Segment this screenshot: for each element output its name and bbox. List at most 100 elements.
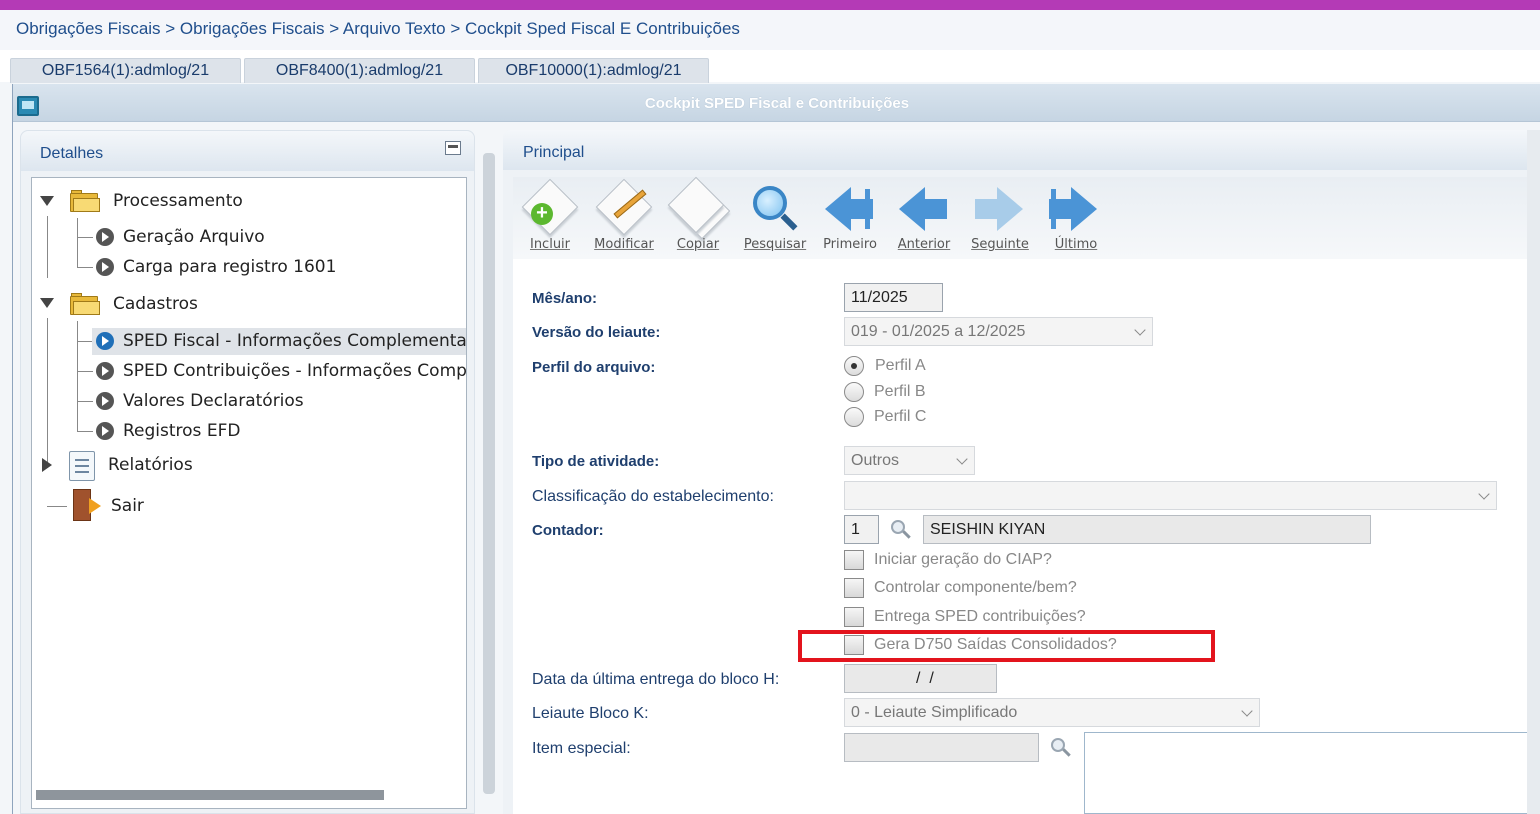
tab-obf10000[interactable]: OBF10000(1):admlog/21 xyxy=(478,58,709,83)
seguinte-label: Seguinte xyxy=(971,237,1029,252)
copiar-button[interactable]: Copiar xyxy=(663,176,733,259)
entrega-sped-checkbox[interactable] xyxy=(844,607,864,627)
versao-leiaute-label: Versão do leiaute: xyxy=(532,324,661,341)
tree-node-geracao-arquivo[interactable]: Geração Arquivo xyxy=(123,227,265,247)
tab-obf8400[interactable]: OBF8400(1):admlog/21 xyxy=(244,58,475,83)
details-panel-title: Detalhes xyxy=(40,145,104,162)
data-bloco-h-input[interactable]: / / xyxy=(844,664,997,693)
modificar-button[interactable]: Modificar xyxy=(589,177,659,259)
componente-checkbox[interactable] xyxy=(844,578,864,598)
navigation-tree: Processamento Geração Arquivo Carga para… xyxy=(31,177,467,809)
ciap-label: Iniciar geração do CIAP? xyxy=(874,551,1052,568)
caret-down-icon[interactable] xyxy=(40,298,54,308)
details-panel: Detalhes Processamento Geração Arquivo C… xyxy=(20,130,475,814)
folder-open-icon xyxy=(70,293,100,315)
perfil-a-label: Perfil A xyxy=(875,357,926,374)
window-titlebar: Cockpit SPED Fiscal e Contribuições xyxy=(13,84,1540,122)
contador-name-field: SEISHIN KIYAN xyxy=(923,515,1371,544)
tipo-atividade-label: Tipo de atividade: xyxy=(532,453,660,470)
caret-down-icon[interactable] xyxy=(40,196,54,206)
last-bar xyxy=(1051,189,1056,229)
tree-line xyxy=(77,267,93,268)
contador-search-icon[interactable] xyxy=(891,520,911,540)
versao-leiaute-select[interactable]: 019 - 01/2025 a 12/2025 xyxy=(844,317,1153,346)
item-especial-description[interactable] xyxy=(1084,732,1540,814)
incluir-label: Incluir xyxy=(529,237,571,252)
perfil-b-radio[interactable] xyxy=(844,382,864,402)
perfil-c-label: Perfil C xyxy=(874,408,927,425)
perfil-b-label: Perfil B xyxy=(874,383,926,400)
search-handle xyxy=(780,213,798,231)
previous-arrow-icon xyxy=(899,187,925,231)
arrow-right-icon xyxy=(96,332,114,350)
first-arrow-icon xyxy=(825,187,851,231)
perfil-arquivo-label: Perfil do arquivo: xyxy=(532,359,656,376)
classificacao-label: Classificação do estabelecimento: xyxy=(532,488,774,505)
leiaute-bloco-k-select[interactable]: 0 - Leiaute Simplificado xyxy=(844,698,1260,727)
tree-line xyxy=(77,371,93,372)
tipo-atividade-value: Outros xyxy=(851,452,900,469)
perfil-c-radio[interactable] xyxy=(844,407,864,427)
add-icon: + xyxy=(531,203,553,225)
item-especial-label: Item especial: xyxy=(532,740,631,757)
folder-open-icon xyxy=(70,190,100,212)
chevron-down-icon xyxy=(1478,488,1490,500)
anterior-button[interactable]: Anterior xyxy=(889,177,959,259)
tree-node-carga-1601[interactable]: Carga para registro 1601 xyxy=(123,257,336,277)
leiaute-bloco-k-label: Leiaute Bloco K: xyxy=(532,705,649,722)
tree-node-processamento[interactable]: Processamento xyxy=(113,191,243,211)
pesquisar-button[interactable]: Pesquisar xyxy=(740,177,810,259)
tree-line xyxy=(77,431,93,432)
tree-node-valores-declaratorios[interactable]: Valores Declaratórios xyxy=(123,391,304,411)
highlight-box xyxy=(798,630,1215,662)
window-title: Cockpit SPED Fiscal e Contribuições xyxy=(644,95,910,112)
tree-node-sped-fiscal[interactable]: SPED Fiscal - Informações Complementares xyxy=(123,331,466,351)
mes-ano-input[interactable]: 11/2025 xyxy=(844,283,943,312)
tree-node-relatorios[interactable]: Relatórios xyxy=(108,455,193,475)
item-especial-search-icon[interactable] xyxy=(1051,738,1071,758)
previous-arrow-body xyxy=(923,199,947,219)
panel-splitter[interactable] xyxy=(483,153,495,794)
last-arrow-icon xyxy=(1071,187,1097,231)
primeiro-button[interactable]: Primeiro xyxy=(815,177,885,259)
breadcrumb[interactable]: Obrigações Fiscais > Obrigações Fiscais … xyxy=(0,10,1540,50)
record-toolbar: + Incluir Modificar Copiar Pesquisar Pri… xyxy=(513,176,1540,259)
tree-node-cadastros[interactable]: Cadastros xyxy=(113,294,198,314)
tree-node-sped-contribuicoes[interactable]: SPED Contribuições - Informações Complem… xyxy=(123,361,466,381)
tree-line xyxy=(47,216,48,278)
breadcrumb-text[interactable]: Obrigações Fiscais > Obrigações Fiscais … xyxy=(16,19,740,38)
perfil-a-radio[interactable] xyxy=(844,356,864,376)
tree-line xyxy=(77,401,93,402)
caret-right-icon[interactable] xyxy=(42,458,52,472)
entrega-sped-label: Entrega SPED contribuições? xyxy=(874,608,1086,625)
tree-node-registros-efd[interactable]: Registros EFD xyxy=(123,421,240,441)
pesquisar-label: Pesquisar xyxy=(743,237,807,252)
chevron-down-icon xyxy=(956,453,968,465)
item-especial-input[interactable] xyxy=(844,733,1039,762)
tree-line xyxy=(77,341,93,342)
tab-strip: OBF1564(1):admlog/21 OBF8400(1):admlog/2… xyxy=(0,50,1540,83)
tipo-atividade-select[interactable]: Outros xyxy=(844,446,975,475)
incluir-button[interactable]: + Incluir xyxy=(515,177,585,259)
componente-label: Controlar componente/bem? xyxy=(874,579,1077,596)
vertical-scrollbar[interactable] xyxy=(1527,130,1540,814)
copiar-label: Copiar xyxy=(676,237,720,252)
arrow-right-icon xyxy=(96,362,114,380)
tab-obf1564[interactable]: OBF1564(1):admlog/21 xyxy=(10,58,241,83)
ultimo-button[interactable]: Último xyxy=(1041,177,1111,259)
contador-code-input[interactable]: 1 xyxy=(844,515,879,544)
horizontal-scrollbar[interactable] xyxy=(36,790,384,800)
classificacao-select[interactable] xyxy=(844,481,1497,510)
contador-label: Contador: xyxy=(532,522,604,539)
main-panel-title: Principal xyxy=(523,144,585,161)
arrow-right-icon xyxy=(96,422,114,440)
seguinte-button[interactable]: Seguinte xyxy=(965,177,1035,259)
first-arrow-body xyxy=(849,199,873,219)
tree-line xyxy=(47,318,48,468)
minimize-icon[interactable] xyxy=(445,141,461,155)
ciap-checkbox[interactable] xyxy=(844,550,864,570)
exit-arrow-icon xyxy=(89,498,101,514)
report-list-icon xyxy=(69,451,95,481)
anterior-label: Anterior xyxy=(897,237,951,252)
tree-node-sair[interactable]: Sair xyxy=(111,496,144,516)
